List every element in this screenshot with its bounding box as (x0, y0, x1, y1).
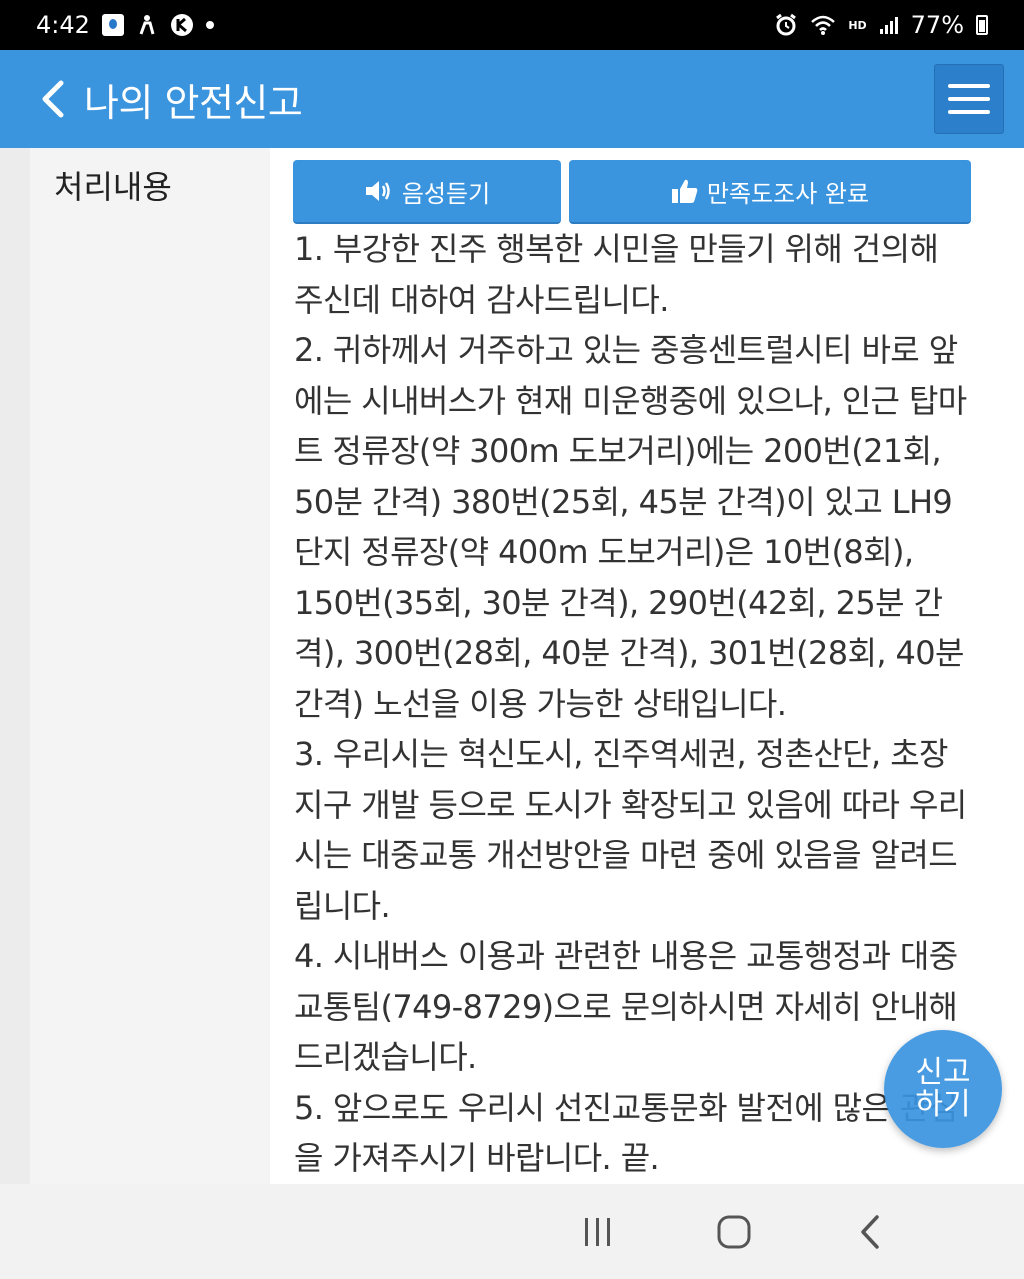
voice-listen-button[interactable]: 음성듣기 (293, 160, 561, 224)
content-area[interactable]: 처리내용 음성듣기 만족도조사 완료 1. 부강한 진주 행복한 시민을 만들기… (0, 148, 1024, 1184)
response-paragraph-1: 1. 부강한 진주 행복한 시민을 만들기 위해 건의해 주신데 대하여 감사드… (294, 230, 939, 319)
more-notifications-dot-icon (205, 21, 214, 29)
accessibility-notification-icon (136, 14, 158, 36)
satisfaction-survey-button[interactable]: 만족도조사 완료 (569, 160, 971, 224)
battery-percent: 77% (910, 11, 964, 39)
menu-icon-line (948, 110, 990, 114)
map-notification-icon (101, 14, 124, 36)
back-button[interactable] (24, 50, 84, 148)
signal-icon (879, 15, 899, 35)
response-paragraph-5: 5. 앞으로도 우리시 선진교통문화 발전에 많은 관심을 가져주시기 바랍니다… (294, 1088, 958, 1178)
menu-icon (948, 84, 990, 88)
alarm-icon (774, 13, 798, 37)
right-gutter (1010, 148, 1024, 1184)
system-nav-bar (0, 1184, 1024, 1279)
recent-apps-button[interactable] (548, 1184, 648, 1279)
hd-voice-icon: HD (848, 18, 867, 32)
back-nav-icon (861, 1214, 879, 1249)
wifi-icon (810, 14, 836, 36)
status-right: HD 77% (774, 11, 988, 39)
app-header: 나의 안전신고 (0, 50, 1024, 148)
system-back-button[interactable] (820, 1184, 920, 1279)
report-fab-line1: 신고 (915, 1055, 971, 1090)
response-paragraph-3: 3. 우리시는 혁신도시, 진주역세권, 정촌산단, 초장지구 개발 등으로 도… (294, 735, 967, 925)
menu-button[interactable] (934, 64, 1004, 134)
battery-icon (976, 15, 988, 35)
page-title: 나의 안전신고 (84, 80, 303, 125)
report-fab-line2: 하기 (915, 1087, 971, 1122)
back-arrow-icon (42, 80, 64, 118)
thumbs-up-icon (671, 179, 698, 203)
speaker-icon (365, 181, 390, 201)
home-icon (717, 1215, 751, 1248)
k-app-notification-icon (170, 13, 194, 37)
status-bar: 4:42 HD 77% (0, 0, 1024, 50)
response-paragraph-2: 2. 귀하께서 거주하고 있는 중흥센트럴시티 바로 앞에는 시내버스가 현재 … (294, 331, 967, 723)
menu-icon-line (948, 97, 990, 101)
response-content: 1. 부강한 진주 행복한 시민을 만들기 위해 건의해 주신데 대하여 감사드… (294, 224, 974, 1184)
status-left: 4:42 (36, 11, 214, 39)
home-button[interactable] (684, 1184, 784, 1279)
section-label: 처리내용 (54, 168, 172, 206)
action-button-row: 음성듣기 만족도조사 완료 (293, 160, 971, 224)
left-gutter (0, 148, 30, 1184)
status-time: 4:42 (36, 11, 90, 39)
satisfaction-survey-label: 만족도조사 완료 (706, 179, 870, 208)
voice-listen-label: 음성듣기 (401, 179, 491, 208)
label-column: 처리내용 (30, 148, 270, 1184)
report-fab-button[interactable]: 신고 하기 (884, 1030, 1002, 1148)
response-paragraph-4: 4. 시내버스 이용과 관련한 내용은 교통행정과 대중교통팀(749-8729… (294, 937, 958, 1076)
recent-apps-icon (585, 1217, 610, 1246)
